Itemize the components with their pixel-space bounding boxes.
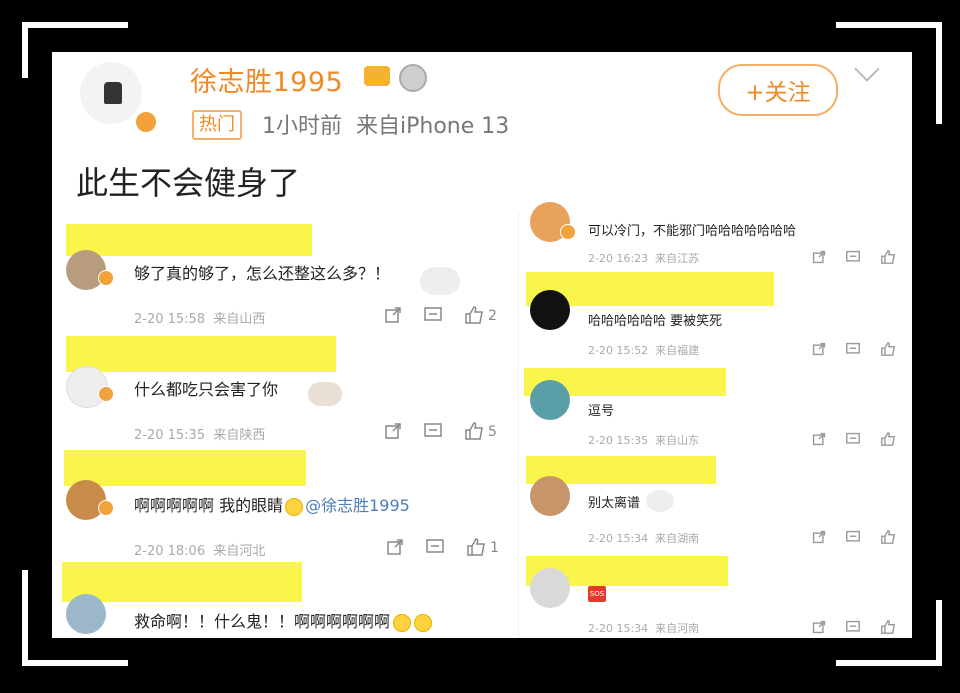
comment-body: 救命啊！！什么鬼！！啊啊啊啊啊啊 bbox=[134, 612, 391, 631]
comment-avatar[interactable] bbox=[530, 380, 570, 420]
comment-body: 啊啊啊啊啊 我的眼睛 bbox=[134, 496, 284, 515]
comment-meta: 2-20 15:35 来自山东 bbox=[588, 432, 699, 448]
comment-meta: 2-20 15:58 来自山西 bbox=[134, 308, 265, 327]
comment-location: 来自福建 bbox=[655, 344, 700, 357]
share-icon[interactable] bbox=[384, 306, 402, 324]
share-icon[interactable] bbox=[812, 432, 826, 446]
comment-date: 2-20 15:58 bbox=[134, 312, 206, 327]
comment-location: 来自河北 bbox=[213, 544, 266, 559]
post-time: 1小时前 bbox=[262, 114, 342, 139]
comment-text: 救命啊！！什么鬼！！啊啊啊啊啊啊 bbox=[134, 608, 433, 632]
verified-badge-icon bbox=[134, 110, 158, 134]
like-icon[interactable] bbox=[464, 422, 484, 440]
comment-meta: 2-20 16:23 来自江苏 bbox=[588, 250, 699, 266]
hot-tag: 热门 bbox=[192, 110, 242, 140]
crown-icon bbox=[364, 66, 390, 86]
comment-text: 什么都吃只会害了你 bbox=[134, 380, 279, 399]
comment-location: 来自江苏 bbox=[655, 252, 700, 265]
comment-text: 啊啊啊啊啊 我的眼睛 @徐志胜1995 bbox=[134, 492, 410, 516]
like-count: 1 bbox=[490, 540, 499, 556]
comment-meta: 2-20 15:35 来自陕西 bbox=[134, 424, 265, 443]
comment-location: 来自山东 bbox=[655, 434, 700, 447]
like-icon[interactable] bbox=[880, 530, 896, 544]
comment-text: 逗号 bbox=[588, 404, 615, 419]
comment-date: 2-20 15:35 bbox=[588, 434, 649, 447]
comment-meta: 2-20 15:52 来自福建 bbox=[588, 342, 699, 358]
like-icon[interactable] bbox=[880, 620, 896, 634]
chevron-down-icon[interactable] bbox=[854, 56, 880, 82]
comment-date: 2-20 15:35 bbox=[134, 428, 206, 443]
crying-emoji-icon bbox=[414, 613, 433, 632]
post-text: 此生不会健身了 bbox=[76, 164, 301, 202]
sticker-icon bbox=[308, 382, 342, 406]
comment-icon[interactable] bbox=[424, 422, 442, 440]
comment-date: 2-20 16:23 bbox=[588, 252, 649, 265]
poster-avatar[interactable] bbox=[80, 62, 142, 124]
laugh-cry-emoji-icon bbox=[285, 497, 304, 516]
redaction-bar bbox=[66, 224, 312, 256]
share-icon[interactable] bbox=[384, 422, 402, 440]
verified-badge-icon bbox=[98, 386, 114, 402]
comment-avatar[interactable] bbox=[530, 290, 570, 330]
comment-date: 2-20 15:34 bbox=[588, 532, 649, 545]
comment-avatar[interactable] bbox=[530, 476, 570, 516]
comment-icon[interactable] bbox=[424, 306, 442, 324]
verified-badge-icon bbox=[98, 270, 114, 286]
column-divider bbox=[518, 212, 519, 638]
like-icon[interactable] bbox=[880, 342, 896, 356]
share-icon[interactable] bbox=[812, 342, 826, 356]
redaction-bar bbox=[64, 450, 306, 486]
share-icon[interactable] bbox=[812, 530, 826, 544]
like-count: 2 bbox=[488, 308, 497, 324]
comment-icon[interactable] bbox=[846, 620, 860, 634]
comment-avatar[interactable] bbox=[66, 594, 106, 634]
weibo-screenshot-panel: 徐志胜1995 +关注 热门 1小时前 来自iPhone 13 此生不会健身了 … bbox=[52, 52, 912, 638]
verified-badge-icon bbox=[560, 224, 576, 240]
medal-icon bbox=[399, 64, 427, 92]
like-icon[interactable] bbox=[466, 538, 486, 556]
like-icon[interactable] bbox=[464, 306, 484, 324]
comment-meta: 2-20 15:34 来自湖南 bbox=[588, 530, 699, 546]
comment-text: 可以冷门，不能邪门哈哈哈哈哈哈哈 bbox=[588, 224, 797, 239]
comment-icon[interactable] bbox=[846, 250, 860, 264]
like-icon[interactable] bbox=[880, 432, 896, 446]
follow-button[interactable]: +关注 bbox=[718, 64, 838, 116]
comment-text: 够了真的够了，怎么还整这么多？！ bbox=[134, 264, 391, 283]
comment-location: 来自河南 bbox=[655, 622, 700, 635]
share-icon[interactable] bbox=[812, 250, 826, 264]
share-icon[interactable] bbox=[812, 620, 826, 634]
comment-date: 2-20 18:06 bbox=[134, 544, 206, 559]
comment-meta: 2-20 18:06 来自河北 bbox=[134, 540, 265, 559]
verified-badge-icon bbox=[98, 500, 114, 516]
comment-location: 来自湖南 bbox=[655, 532, 700, 545]
comment-location: 来自陕西 bbox=[213, 428, 266, 443]
comment-icon[interactable] bbox=[846, 432, 860, 446]
like-count: 5 bbox=[488, 424, 497, 440]
post-source: 来自iPhone 13 bbox=[356, 114, 510, 139]
mention-link[interactable]: @徐志胜1995 bbox=[305, 496, 410, 515]
comment-date: 2-20 15:52 bbox=[588, 344, 649, 357]
comment-location: 来自山西 bbox=[213, 312, 266, 327]
comment-icon[interactable] bbox=[846, 530, 860, 544]
comment-text: 别太离谱 bbox=[588, 496, 641, 511]
comment-avatar[interactable] bbox=[530, 568, 570, 608]
post-meta: 1小时前 来自iPhone 13 bbox=[262, 108, 509, 140]
poster-username[interactable]: 徐志胜1995 bbox=[190, 60, 343, 99]
comment-meta: 2-20 15:34 来自河南 bbox=[588, 620, 699, 636]
crying-emoji-icon bbox=[393, 613, 412, 632]
comment-icon[interactable] bbox=[846, 342, 860, 356]
share-icon[interactable] bbox=[386, 538, 404, 556]
redaction-bar bbox=[62, 562, 302, 602]
sos-emoji-icon: SOS bbox=[588, 586, 606, 602]
comment-text: 哈哈哈哈哈哈 要被笑死 bbox=[588, 314, 723, 329]
like-icon[interactable] bbox=[880, 250, 896, 264]
sticker-icon bbox=[646, 490, 674, 512]
sticker-icon bbox=[420, 267, 460, 295]
redaction-bar bbox=[66, 336, 336, 372]
comment-icon[interactable] bbox=[426, 538, 444, 556]
comment-date: 2-20 15:34 bbox=[588, 622, 649, 635]
